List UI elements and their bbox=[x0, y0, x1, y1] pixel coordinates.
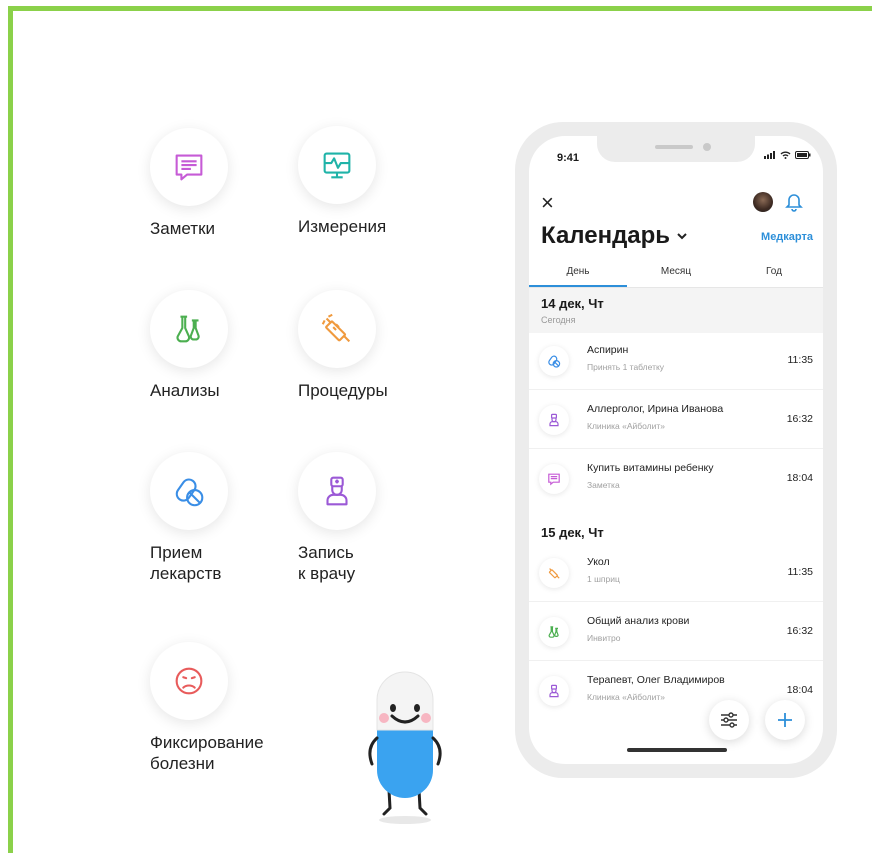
frame-border-left bbox=[8, 6, 13, 853]
phone-notch bbox=[597, 136, 755, 162]
status-time: 9:41 bbox=[557, 152, 580, 164]
event-time: 16:32 bbox=[786, 625, 813, 637]
event-subtitle: Принять 1 таблетку bbox=[587, 362, 665, 372]
view-tabs: День Месяц Год bbox=[529, 262, 823, 288]
feature-label: Запись к врачу bbox=[298, 543, 356, 583]
feature-measurements[interactable]: Измерения bbox=[298, 126, 448, 237]
plus-icon bbox=[778, 713, 792, 727]
feature-notes[interactable]: Заметки bbox=[150, 128, 300, 239]
day-subtitle: Сегодня bbox=[541, 315, 576, 325]
list-item[interactable]: Аллерголог, Ирина Иванова Клиника «Айбол… bbox=[529, 391, 823, 449]
feature-illness[interactable]: Фиксирование болезни bbox=[150, 642, 300, 774]
pill-mascot-illustration bbox=[368, 671, 442, 824]
event-title: Укол bbox=[587, 556, 610, 568]
chevron-down-icon bbox=[677, 233, 687, 240]
event-title: Терапевт, Олег Владимиров bbox=[587, 674, 725, 686]
doctor-icon bbox=[539, 405, 569, 435]
event-time: 16:32 bbox=[786, 413, 813, 425]
feature-label: Фиксирование болезни bbox=[150, 733, 264, 773]
tab-year[interactable]: Год bbox=[725, 262, 823, 287]
feature-label: Измерения bbox=[298, 217, 387, 236]
pills-icon bbox=[150, 452, 228, 530]
flask-icon bbox=[150, 290, 228, 368]
list-item[interactable]: Общий анализ крови Инвитро 16:32 bbox=[529, 603, 823, 661]
day-header: 14 дек, Чт Сегодня bbox=[529, 288, 823, 333]
page-title[interactable]: Календарь bbox=[541, 222, 688, 250]
event-subtitle: 1 шприц bbox=[587, 574, 620, 584]
event-time: 11:35 bbox=[787, 566, 814, 578]
list-item[interactable]: Аспирин Принять 1 таблетку 11:35 bbox=[529, 332, 823, 390]
page-title-text: Календарь bbox=[541, 222, 671, 249]
feature-procedures[interactable]: Процедуры bbox=[298, 290, 448, 401]
flask-icon bbox=[539, 617, 569, 647]
event-subtitle: Клиника «Айболит» bbox=[587, 421, 665, 431]
tab-month[interactable]: Месяц bbox=[627, 262, 725, 287]
event-title: Общий анализ крови bbox=[587, 615, 690, 627]
bell-icon[interactable] bbox=[785, 190, 803, 212]
frame-border-top bbox=[8, 6, 872, 11]
close-icon[interactable]: × bbox=[541, 192, 554, 214]
tab-day[interactable]: День bbox=[529, 262, 627, 287]
feature-label: Анализы bbox=[150, 381, 220, 400]
medcard-link[interactable]: Медкарта bbox=[761, 231, 813, 243]
pills-icon bbox=[539, 346, 569, 376]
list-item[interactable]: Укол 1 шприц 11:35 bbox=[529, 544, 823, 602]
event-subtitle: Заметка bbox=[587, 480, 620, 490]
feature-label: Прием лекарств bbox=[150, 543, 222, 583]
sliders-icon bbox=[721, 712, 737, 728]
event-title: Купить витамины ребенку bbox=[587, 462, 714, 474]
event-title: Аллерголог, Ирина Иванова bbox=[587, 403, 724, 415]
doctor-icon bbox=[539, 676, 569, 706]
status-icons bbox=[764, 151, 811, 159]
event-subtitle: Инвитро bbox=[587, 633, 621, 643]
add-event-button[interactable] bbox=[765, 700, 805, 740]
feature-label: Заметки bbox=[150, 219, 216, 238]
signal-icon bbox=[764, 151, 775, 159]
event-time: 11:35 bbox=[787, 354, 814, 366]
feature-medication[interactable]: Прием лекарств bbox=[150, 452, 300, 584]
home-indicator bbox=[627, 748, 727, 752]
avatar[interactable] bbox=[753, 192, 773, 212]
notes-icon bbox=[150, 128, 228, 206]
feature-analyses[interactable]: Анализы bbox=[150, 290, 300, 401]
list-item[interactable]: Купить витамины ребенку Заметка 18:04 bbox=[529, 450, 823, 508]
day-date: 15 дек, Чт bbox=[541, 525, 604, 540]
syringe-icon bbox=[539, 558, 569, 588]
syringe-icon bbox=[298, 290, 376, 368]
sad-face-icon bbox=[150, 642, 228, 720]
phone-screen: 9:41 × Календарь Медкарта День Месяц Год… bbox=[529, 136, 823, 764]
notes-icon bbox=[539, 464, 569, 494]
event-subtitle: Клиника «Айболит» bbox=[587, 692, 665, 702]
feature-label: Процедуры bbox=[298, 381, 388, 400]
doctor-icon bbox=[298, 452, 376, 530]
feature-appointment[interactable]: Запись к врачу bbox=[298, 452, 448, 584]
monitor-icon bbox=[298, 126, 376, 204]
wifi-icon bbox=[780, 151, 791, 159]
event-time: 18:04 bbox=[786, 472, 813, 484]
filter-button[interactable] bbox=[709, 700, 749, 740]
event-title: Аспирин bbox=[587, 344, 629, 356]
phone-mockup: 9:41 × Календарь Медкарта День Месяц Год… bbox=[515, 122, 837, 778]
event-time: 18:04 bbox=[786, 684, 813, 696]
day-date: 14 дек, Чт bbox=[541, 296, 604, 311]
battery-icon bbox=[795, 151, 811, 159]
